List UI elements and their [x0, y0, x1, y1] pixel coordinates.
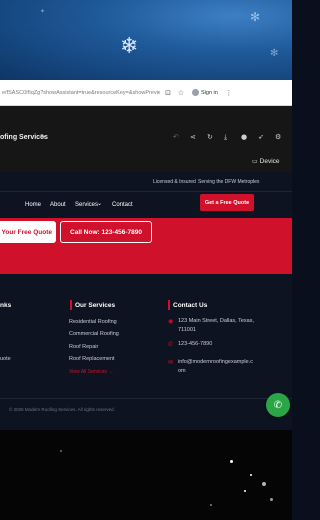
sign-in-button[interactable]: Sign in	[192, 89, 218, 96]
site-preview: Licensed & Insured Serving the DFW Metro…	[0, 172, 292, 437]
service-link-replacement[interactable]: Roof Replacement	[69, 356, 115, 362]
get-quote-button[interactable]: Get a Free Quote	[200, 194, 254, 211]
edit-pencil-icon[interactable]: ✎	[40, 133, 46, 141]
background-image-top: ❄ ✻ ✦ ✻	[0, 0, 292, 80]
email-line2[interactable]: om	[178, 367, 186, 376]
chat-icon: ✆	[273, 399, 283, 411]
nav-contact[interactable]: Contact	[112, 202, 133, 208]
editor-header: ofing Services ✎ ↶ ⋖ ↻ ⤓ ● ➶ ⚙ ▭ Device	[0, 106, 292, 172]
settings-icon[interactable]: ⚙	[275, 133, 281, 141]
snowflake-icon: ❄	[120, 34, 139, 59]
more-icon[interactable]: ⋮	[224, 88, 234, 98]
serving-text: Serving the DFW Metroplex	[198, 179, 260, 185]
snow-dot	[262, 482, 266, 486]
site-topbar: Licensed & Insured Serving the DFW Metro…	[0, 172, 292, 192]
chevron-down-icon[interactable]: ⌄	[97, 200, 102, 207]
snowflake-icon: ✻	[250, 10, 261, 24]
heading-accent-bar	[70, 300, 72, 310]
share-icon[interactable]: ⋖	[190, 133, 196, 141]
heading-accent-bar	[168, 300, 170, 310]
quick-links-heading: nks	[0, 302, 12, 309]
service-link-repair[interactable]: Roof Repair	[69, 344, 98, 350]
avatar	[192, 89, 199, 96]
hero-section: Your Free Quote Call Now: 123-456-7890	[0, 218, 292, 274]
url-field[interactable]: e/fSASC0IfIqZg?showAssistant=true&resour…	[0, 90, 160, 96]
email-line1[interactable]: info@modernroofingexample.c	[178, 358, 253, 367]
site-footer: nks uote Our Services Residential Roofin…	[0, 274, 292, 437]
monitor-icon: ▭	[252, 158, 258, 165]
snow-dot	[230, 460, 233, 463]
location-pin-icon: ◉	[168, 318, 174, 325]
snow-dot	[270, 498, 273, 501]
contact-heading: Contact Us	[173, 302, 208, 309]
licensed-text: Licensed & Insured	[153, 179, 196, 185]
address-line2: 711001	[178, 327, 196, 333]
phone-number[interactable]: 123-456-7890	[178, 340, 212, 349]
nav-about[interactable]: About	[50, 202, 66, 208]
snowflake-icon: ✻	[270, 48, 279, 59]
snow-dot	[250, 474, 252, 476]
phone-icon: ✆	[168, 341, 174, 348]
sign-in-label: Sign in	[201, 89, 218, 96]
star-icon[interactable]: ☆	[176, 88, 186, 98]
address-line1: 123 Main Street, Dallas, Texas,	[178, 318, 255, 324]
view-all-services-link[interactable]: View All Services →	[69, 369, 113, 375]
footer-divider	[0, 398, 292, 399]
nav-services[interactable]: Services	[75, 202, 98, 208]
copyright-text: © 2026 Modern Roofing Services. All righ…	[9, 407, 115, 412]
service-link-residential[interactable]: Residential Roofing	[69, 319, 117, 325]
service-link-commercial[interactable]: Commercial Roofing	[69, 331, 119, 337]
download-icon[interactable]: ⤓	[224, 133, 227, 142]
email-icon: ✉	[168, 359, 174, 366]
browser-address-bar: e/fSASC0IfIqZg?showAssistant=true&resour…	[0, 80, 292, 106]
background-image-bottom	[0, 430, 292, 520]
snow-dot	[244, 490, 246, 492]
call-now-button[interactable]: Call Now: 123-456-7890	[60, 221, 152, 243]
github-icon[interactable]: ●	[241, 133, 247, 141]
snow-dot	[210, 504, 212, 506]
device-label: Device	[259, 158, 280, 165]
snow-dot	[60, 450, 62, 452]
free-quote-button[interactable]: Your Free Quote	[0, 221, 56, 243]
undo-icon[interactable]: ↶	[173, 133, 179, 141]
device-toggle-button[interactable]: ▭ Device	[252, 158, 280, 165]
footer-link-quote[interactable]: uote	[0, 356, 11, 362]
install-icon[interactable]: ⊡	[163, 88, 173, 98]
snowflake-icon: ✦	[40, 8, 46, 15]
deploy-icon[interactable]: ➶	[258, 133, 264, 141]
nav-home[interactable]: Home	[25, 202, 41, 208]
history-icon[interactable]: ↻	[207, 133, 213, 141]
chat-fab-button[interactable]: ✆	[266, 393, 290, 417]
services-heading: Our Services	[75, 302, 116, 309]
